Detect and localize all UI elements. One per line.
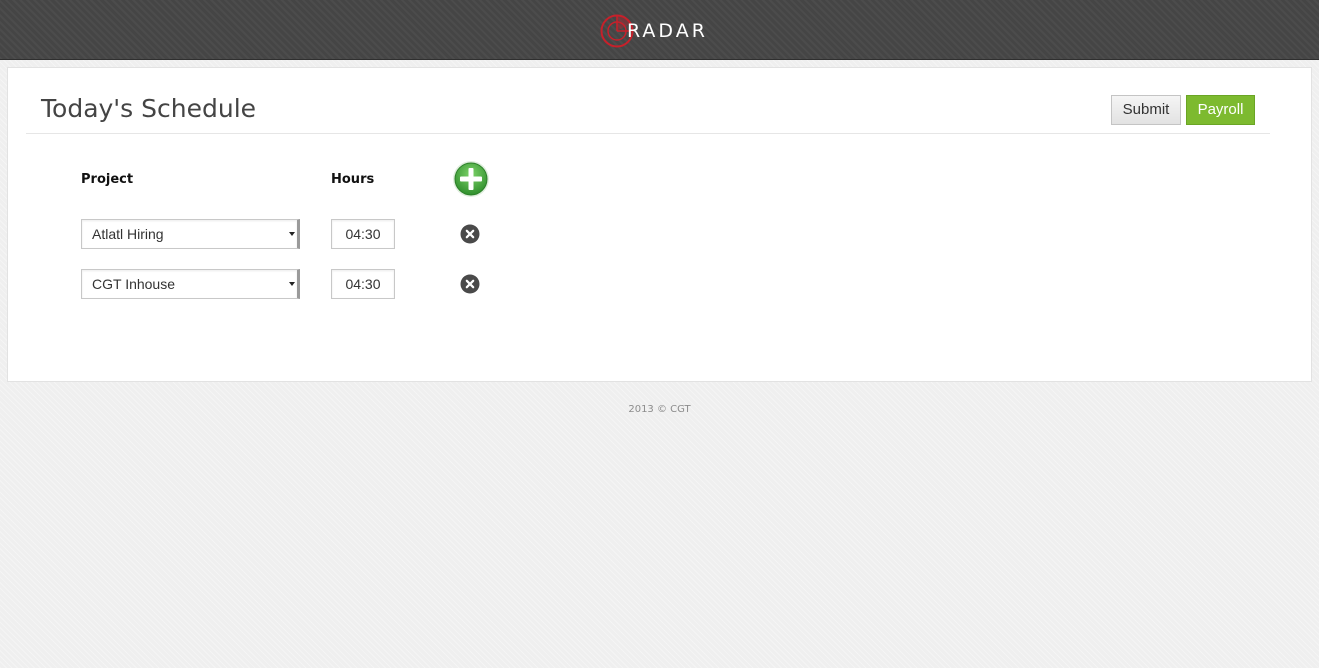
brand-logo[interactable]: RADAR bbox=[599, 13, 708, 49]
dropdown-caret-icon bbox=[289, 232, 295, 236]
schedule-panel: Today's Schedule Submit Payroll Project … bbox=[7, 67, 1312, 382]
dropdown-caret-icon bbox=[289, 282, 295, 286]
hours-input[interactable] bbox=[331, 269, 395, 299]
hours-column-header: Hours bbox=[331, 172, 375, 187]
project-select[interactable]: Atlatl Hiring bbox=[81, 219, 300, 249]
project-column-header: Project bbox=[81, 172, 134, 187]
project-select[interactable]: CGT Inhouse bbox=[81, 269, 300, 299]
project-select-value: Atlatl Hiring bbox=[92, 226, 164, 242]
footer-copyright: 2013 © CGT bbox=[628, 404, 691, 415]
page-title: Today's Schedule bbox=[41, 94, 257, 123]
close-circle-icon[interactable] bbox=[460, 224, 480, 244]
plus-circle-icon[interactable] bbox=[452, 160, 490, 198]
close-circle-icon[interactable] bbox=[460, 274, 480, 294]
project-select-value: CGT Inhouse bbox=[92, 276, 176, 292]
payroll-button[interactable]: Payroll bbox=[1186, 95, 1255, 125]
top-navbar: RADAR bbox=[0, 0, 1319, 60]
hours-input[interactable] bbox=[331, 219, 395, 249]
brand-name: RADAR bbox=[627, 20, 708, 42]
submit-button[interactable]: Submit bbox=[1111, 95, 1181, 125]
title-divider bbox=[26, 133, 1270, 134]
